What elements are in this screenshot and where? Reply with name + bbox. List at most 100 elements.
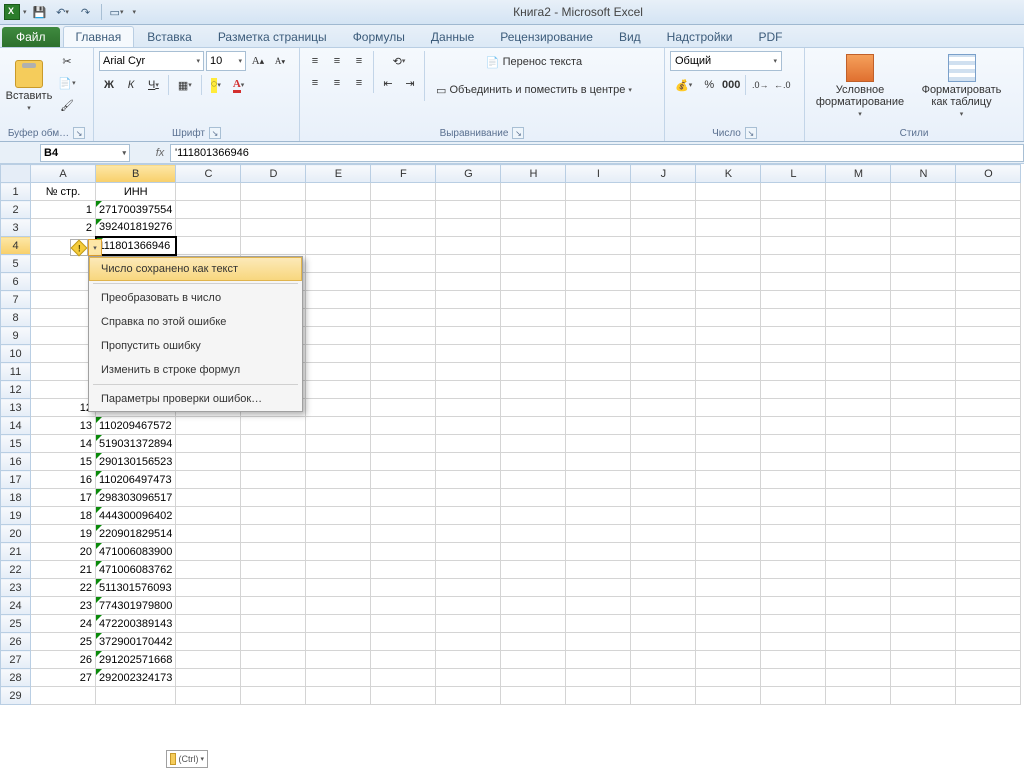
- cell-H27[interactable]: [501, 651, 566, 669]
- cell-N26[interactable]: [891, 633, 956, 651]
- cell-N12[interactable]: [891, 381, 956, 399]
- conditional-formatting-button[interactable]: Условное форматирование▾: [810, 51, 910, 121]
- cell-O20[interactable]: [956, 525, 1021, 543]
- cell-E28[interactable]: [306, 669, 371, 687]
- cell-K6[interactable]: [696, 273, 761, 291]
- cell-M2[interactable]: [826, 201, 891, 219]
- cell-F4[interactable]: [371, 237, 436, 255]
- cell-I14[interactable]: [566, 417, 631, 435]
- qat-custom-button[interactable]: ▭▾: [107, 2, 127, 22]
- bold-button[interactable]: Ж: [99, 75, 119, 95]
- row-header-2[interactable]: 2: [1, 201, 31, 219]
- row-header-17[interactable]: 17: [1, 471, 31, 489]
- cell-I25[interactable]: [566, 615, 631, 633]
- cell-C16[interactable]: [176, 453, 241, 471]
- cell-H22[interactable]: [501, 561, 566, 579]
- cell-N11[interactable]: [891, 363, 956, 381]
- cell-J16[interactable]: [631, 453, 696, 471]
- row-header-15[interactable]: 15: [1, 435, 31, 453]
- excel-icon[interactable]: [4, 4, 20, 20]
- cell-A13[interactable]: 12: [31, 399, 96, 417]
- col-header-I[interactable]: I: [566, 165, 631, 183]
- cell-D22[interactable]: [241, 561, 306, 579]
- cell-D23[interactable]: [241, 579, 306, 597]
- cell-K8[interactable]: [696, 309, 761, 327]
- cell-E12[interactable]: [306, 381, 371, 399]
- align-right-button[interactable]: ≡: [349, 73, 369, 93]
- cell-L23[interactable]: [761, 579, 826, 597]
- row-header-11[interactable]: 11: [1, 363, 31, 381]
- cell-J8[interactable]: [631, 309, 696, 327]
- error-menu-ignore[interactable]: Пропустить ошибку: [89, 334, 302, 358]
- cell-G9[interactable]: [436, 327, 501, 345]
- cell-E6[interactable]: [306, 273, 371, 291]
- cell-D24[interactable]: [241, 597, 306, 615]
- row-header-3[interactable]: 3: [1, 219, 31, 237]
- cell-H15[interactable]: [501, 435, 566, 453]
- cell-L28[interactable]: [761, 669, 826, 687]
- cell-J29[interactable]: [631, 687, 696, 705]
- cell-O3[interactable]: [956, 219, 1021, 237]
- cell-L15[interactable]: [761, 435, 826, 453]
- save-button[interactable]: 💾: [30, 2, 50, 22]
- cell-K2[interactable]: [696, 201, 761, 219]
- italic-button[interactable]: К: [121, 75, 141, 95]
- cell-K16[interactable]: [696, 453, 761, 471]
- cell-G26[interactable]: [436, 633, 501, 651]
- cell-O24[interactable]: [956, 597, 1021, 615]
- cell-N27[interactable]: [891, 651, 956, 669]
- cell-G8[interactable]: [436, 309, 501, 327]
- cell-N15[interactable]: [891, 435, 956, 453]
- cell-B24[interactable]: 774301979800: [96, 597, 176, 615]
- cell-K17[interactable]: [696, 471, 761, 489]
- cell-B27[interactable]: 291202571668: [96, 651, 176, 669]
- cell-F14[interactable]: [371, 417, 436, 435]
- cell-M29[interactable]: [826, 687, 891, 705]
- cell-F27[interactable]: [371, 651, 436, 669]
- number-launcher[interactable]: ↘: [745, 127, 757, 139]
- cell-O26[interactable]: [956, 633, 1021, 651]
- underline-button[interactable]: Ч▾: [143, 75, 164, 95]
- row-header-28[interactable]: 28: [1, 669, 31, 687]
- clipboard-launcher[interactable]: ↘: [73, 127, 85, 139]
- col-header-E[interactable]: E: [306, 165, 371, 183]
- tab-view[interactable]: Вид: [606, 26, 654, 47]
- cell-D19[interactable]: [241, 507, 306, 525]
- cell-F11[interactable]: [371, 363, 436, 381]
- row-header-14[interactable]: 14: [1, 417, 31, 435]
- cell-I6[interactable]: [566, 273, 631, 291]
- cell-A8[interactable]: [31, 309, 96, 327]
- cell-F3[interactable]: [371, 219, 436, 237]
- paste-button[interactable]: Вставить ▾: [5, 51, 53, 121]
- cell-K24[interactable]: [696, 597, 761, 615]
- cell-M17[interactable]: [826, 471, 891, 489]
- cell-H10[interactable]: [501, 345, 566, 363]
- cell-E14[interactable]: [306, 417, 371, 435]
- cell-N18[interactable]: [891, 489, 956, 507]
- cell-B21[interactable]: 471006083900: [96, 543, 176, 561]
- row-header-16[interactable]: 16: [1, 453, 31, 471]
- cell-E3[interactable]: [306, 219, 371, 237]
- cell-F6[interactable]: [371, 273, 436, 291]
- cell-M6[interactable]: [826, 273, 891, 291]
- cell-G11[interactable]: [436, 363, 501, 381]
- cell-M27[interactable]: [826, 651, 891, 669]
- cell-B26[interactable]: 372900170442: [96, 633, 176, 651]
- cell-A22[interactable]: 21: [31, 561, 96, 579]
- cell-C17[interactable]: [176, 471, 241, 489]
- cell-O27[interactable]: [956, 651, 1021, 669]
- cell-G13[interactable]: [436, 399, 501, 417]
- cell-K21[interactable]: [696, 543, 761, 561]
- cell-H13[interactable]: [501, 399, 566, 417]
- undo-button[interactable]: ↶▾: [53, 2, 73, 22]
- cell-B19[interactable]: 444300096402: [96, 507, 176, 525]
- error-indicator-icon[interactable]: [70, 239, 88, 256]
- cell-C29[interactable]: [176, 687, 241, 705]
- cell-E23[interactable]: [306, 579, 371, 597]
- cell-C20[interactable]: [176, 525, 241, 543]
- cell-I12[interactable]: [566, 381, 631, 399]
- cell-L6[interactable]: [761, 273, 826, 291]
- cell-O21[interactable]: [956, 543, 1021, 561]
- cell-M16[interactable]: [826, 453, 891, 471]
- cell-H3[interactable]: [501, 219, 566, 237]
